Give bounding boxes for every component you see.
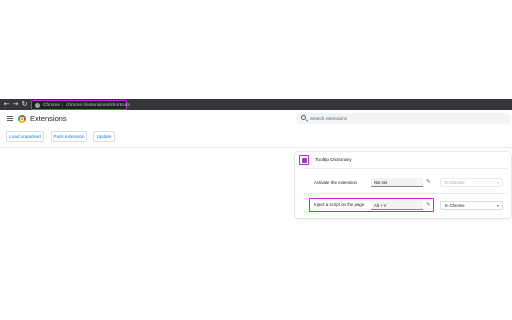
reload-icon[interactable]: ↻ xyxy=(20,100,29,109)
search-icon xyxy=(301,115,306,120)
extension-name: Tooltip Dictionary xyxy=(315,158,352,163)
shortcut-label: Activate the extension xyxy=(314,180,357,185)
chevron-down-icon xyxy=(497,205,499,207)
extensions-shortcuts-page: ← → ↻ Chrome | chrome://extensions/short… xyxy=(0,0,512,320)
shortcut-field[interactable]: Alt + V xyxy=(371,201,423,210)
back-icon[interactable]: ← xyxy=(2,100,11,109)
url-text: chrome://extensions/shortcuts xyxy=(66,103,130,108)
shortcut-label: Inject a script on the page xyxy=(314,202,365,207)
chevron-down-icon xyxy=(497,182,499,184)
url-separator: | xyxy=(62,103,64,108)
menu-icon[interactable] xyxy=(7,116,13,121)
forward-icon[interactable]: → xyxy=(11,100,20,109)
extension-icon xyxy=(301,157,307,163)
search-box[interactable] xyxy=(296,113,511,124)
load-unpacked-button[interactable]: Load unpacked xyxy=(6,131,44,142)
extension-shortcuts-card: Tooltip Dictionary Activate the extensio… xyxy=(295,152,511,218)
chrome-logo-icon xyxy=(18,115,26,123)
scope-select[interactable]: In Chrome xyxy=(440,201,503,210)
url-prefix: Chrome xyxy=(43,103,61,108)
scope-value: In Chrome xyxy=(445,203,465,208)
lock-icon xyxy=(35,103,40,108)
card-divider xyxy=(303,168,507,169)
browser-toolbar: ← → ↻ Chrome | chrome://extensions/short… xyxy=(0,99,512,110)
toolbar-divider xyxy=(0,147,512,148)
update-button[interactable]: Update xyxy=(93,131,115,142)
address-bar[interactable]: Chrome | chrome://extensions/shortcuts xyxy=(31,100,130,110)
row-divider xyxy=(303,193,507,194)
page-title: Extensions xyxy=(30,114,67,123)
edit-icon[interactable]: ✎ xyxy=(426,202,432,208)
search-input[interactable] xyxy=(310,113,500,124)
pack-extension-button[interactable]: Pack extension xyxy=(51,131,87,142)
edit-icon[interactable]: ✎ xyxy=(426,179,432,185)
extension-icon-highlight xyxy=(299,155,309,165)
shortcut-field[interactable]: Not set xyxy=(371,178,423,187)
scope-select: In Chrome xyxy=(440,178,503,187)
scope-value: In Chrome xyxy=(445,180,465,185)
